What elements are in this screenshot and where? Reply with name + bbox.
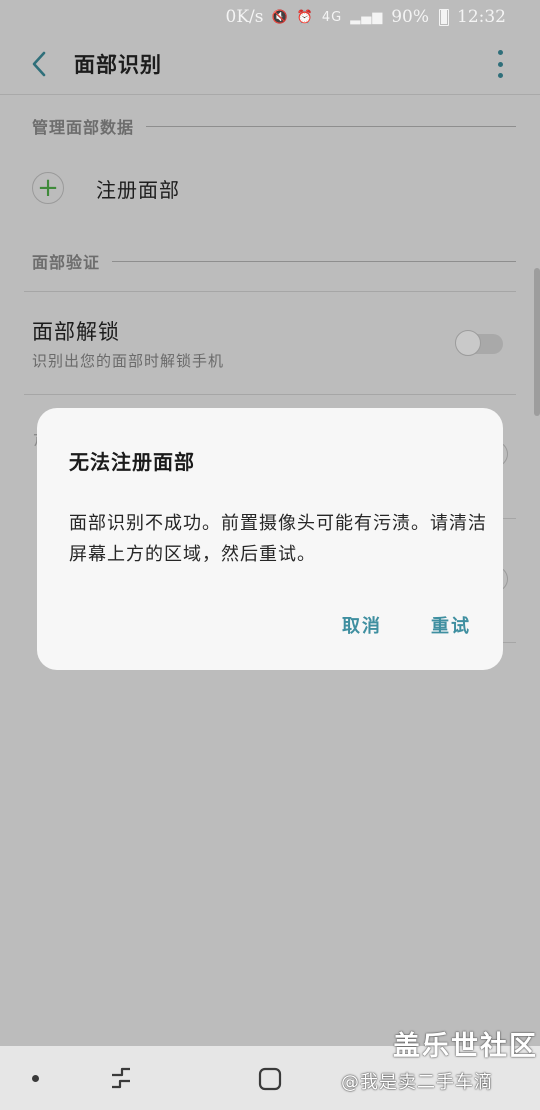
- watermark-username: @我是卖二手车滴: [341, 1072, 493, 1093]
- network-type: 4G: [321, 9, 343, 25]
- register-face-item[interactable]: + 注册面部: [32, 172, 180, 204]
- divider: [503, 518, 516, 519]
- scrollbar[interactable]: [534, 268, 540, 416]
- nav-hide-dot[interactable]: [32, 1075, 39, 1082]
- page-title: 面部识别: [74, 53, 162, 77]
- app-bar: 面部识别: [0, 34, 540, 94]
- divider: [146, 125, 516, 127]
- divider: [112, 260, 516, 262]
- back-button[interactable]: [24, 49, 54, 79]
- face-unlock-subtitle: 识别出您的面部时解锁手机: [32, 352, 225, 370]
- face-unlock-toggle[interactable]: [455, 330, 503, 356]
- more-options-button[interactable]: [490, 50, 510, 78]
- cancel-button[interactable]: 取消: [342, 612, 382, 638]
- divider: [503, 642, 516, 643]
- error-dialog: 无法注册面部 面部识别不成功。前置摄像头可能有污渍。请清洁屏幕上方的区域，然后重…: [37, 408, 503, 670]
- add-icon: +: [32, 172, 64, 204]
- divider: [24, 394, 516, 395]
- watermark-logo: 盖乐世社区: [393, 1031, 538, 1062]
- battery-icon: [439, 8, 449, 26]
- home-icon[interactable]: [258, 1067, 282, 1091]
- battery-percent: 90%: [391, 7, 429, 27]
- clock: 12:32: [457, 7, 506, 27]
- register-face-label: 注册面部: [96, 177, 180, 202]
- divider: [24, 291, 516, 292]
- signal-icon: ▂▄▆: [350, 9, 384, 25]
- chevron-left-icon: [32, 51, 46, 77]
- status-bar: 0K/s 🔇 ⏰ 4G ▂▄▆ 90% 12:32: [0, 0, 540, 34]
- retry-button[interactable]: 重试: [431, 612, 471, 638]
- divider: [0, 94, 540, 95]
- section-header-label: 面部验证: [32, 253, 101, 272]
- dialog-message: 面部识别不成功。前置摄像头可能有污渍。请清洁屏幕上方的区域，然后重试。: [69, 513, 487, 565]
- more-vertical-icon: [497, 50, 503, 55]
- toggle-thumb: [455, 330, 481, 356]
- alarm-icon: ⏰: [296, 9, 314, 25]
- section-header-verify: 面部验证: [32, 249, 516, 273]
- network-speed: 0K/s: [225, 7, 264, 27]
- section-header-manage: 管理面部数据: [32, 114, 516, 138]
- section-header-label: 管理面部数据: [32, 118, 135, 137]
- mute-vibrate-icon: 🔇: [271, 9, 289, 25]
- dialog-title: 无法注册面部: [69, 450, 195, 474]
- face-unlock-title: 面部解锁: [32, 320, 120, 344]
- recent-apps-icon[interactable]: [106, 1064, 136, 1092]
